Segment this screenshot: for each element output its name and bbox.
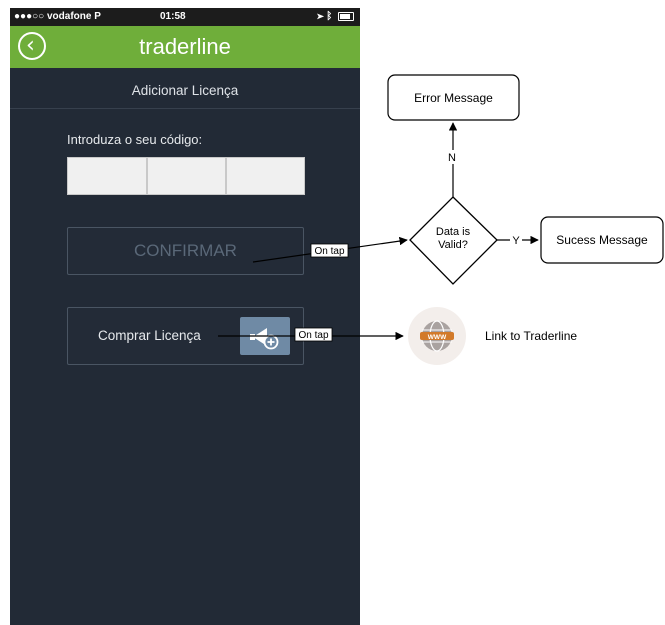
link-label: Link to Traderline xyxy=(485,329,577,343)
no-label: N xyxy=(448,152,456,164)
decision-text-line1: Data is xyxy=(436,226,471,238)
error-message-text: Error Message xyxy=(414,91,493,105)
on-tap-2-label: On tap xyxy=(298,330,328,341)
on-tap-1-label: On tap xyxy=(314,246,344,257)
www-globe-icon: WWW xyxy=(408,307,466,365)
www-icon-text: WWW xyxy=(428,334,447,341)
yes-label: Y xyxy=(512,235,520,247)
flow-diagram: Error Message N Data is Valid? Y Sucess … xyxy=(218,74,664,365)
success-message-text: Sucess Message xyxy=(556,233,648,247)
decision-text-line2: Valid? xyxy=(438,239,468,251)
